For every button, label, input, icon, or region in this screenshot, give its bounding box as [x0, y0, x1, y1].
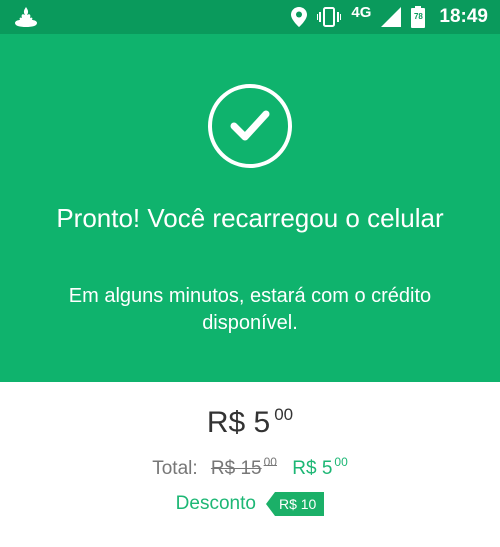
discount-badge: R$ 10 — [265, 492, 325, 516]
tag-tip — [265, 492, 275, 516]
old-total: R$ 15 00 — [210, 455, 277, 479]
discount-label: Desconto — [175, 493, 256, 514]
success-title: Pronto! Você recarregou o celular — [56, 203, 444, 233]
amount-cents: 00 — [274, 405, 294, 424]
discount-value: R$ 10 — [274, 492, 325, 516]
network-type: 4G — [351, 3, 372, 21]
total-row: Total: R$ 15 00 R$ 5 00 — [0, 455, 500, 480]
old-total-cents: 00 — [263, 455, 277, 469]
new-total-main: R$ 5 — [292, 458, 333, 479]
new-total: R$ 5 00 — [292, 455, 348, 479]
success-panel: Pronto! Você recarregou o celular Em alg… — [0, 34, 500, 382]
total-label: Total: — [152, 458, 198, 479]
status-bar: 4G 78 18:49 — [0, 0, 500, 34]
location-icon — [291, 7, 308, 27]
old-total-main: R$ 15 — [210, 458, 262, 479]
battery-level: 78 — [413, 12, 423, 21]
clock: 18:49 — [439, 6, 488, 27]
check-circle-icon — [208, 84, 292, 168]
signal-icon — [381, 7, 402, 27]
santander-logo-icon — [15, 7, 37, 27]
vibrate-icon — [317, 7, 342, 27]
success-subtitle: Em alguns minutos, estará com o crédito … — [68, 285, 432, 334]
discount-row: Desconto R$ 10 — [0, 492, 500, 516]
battery-icon: 78 — [411, 6, 426, 28]
recharge-amount: R$ 5 00 — [0, 405, 500, 440]
amount-main: R$ 5 — [206, 406, 271, 439]
new-total-cents: 00 — [334, 455, 348, 469]
